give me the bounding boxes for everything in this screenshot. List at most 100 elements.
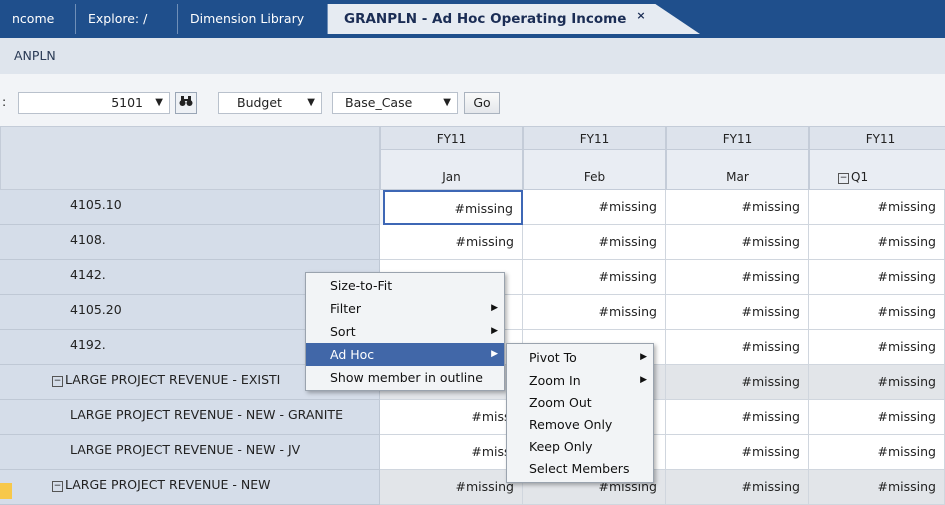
tab-label: Explore: / bbox=[88, 11, 148, 26]
grid-cell[interactable]: #missing bbox=[666, 435, 809, 470]
menu-item-label: Ad Hoc bbox=[330, 347, 375, 362]
chevron-down-icon: ▼ bbox=[443, 97, 451, 108]
grid-cell[interactable]: #missing bbox=[809, 260, 945, 295]
menu-item-label: Keep Only bbox=[529, 439, 593, 454]
column-year: FY11 bbox=[380, 126, 523, 150]
collapse-icon[interactable]: − bbox=[52, 376, 63, 387]
tab-dimension-library[interactable]: Dimension Library bbox=[178, 4, 328, 34]
binoculars-icon[interactable] bbox=[175, 92, 197, 114]
row-label-text: LARGE PROJECT REVENUE - NEW bbox=[65, 477, 271, 492]
go-button[interactable]: Go bbox=[464, 92, 500, 114]
row-label[interactable]: LARGE PROJECT REVENUE - NEW - JV bbox=[0, 435, 380, 470]
submenu-arrow-icon: ▶ bbox=[491, 303, 498, 313]
entity-select[interactable]: 5101 ▼ bbox=[18, 92, 170, 114]
grid-cell[interactable]: #missing bbox=[666, 225, 809, 260]
menu-item-select-members[interactable]: Select Members bbox=[507, 457, 653, 480]
grid-cell[interactable]: #missing bbox=[666, 295, 809, 330]
column-period-label: Q1 bbox=[851, 170, 869, 184]
grid-cell[interactable]: #missi bbox=[380, 400, 523, 435]
menu-item-label: Zoom In bbox=[529, 373, 581, 388]
table-row: 4105.10 #missing #missing #missing #miss… bbox=[0, 190, 945, 225]
menu-item-ad-hoc[interactable]: Ad Hoc ▶ bbox=[306, 343, 504, 366]
submenu-arrow-icon: ▶ bbox=[491, 326, 498, 336]
menu-item-size-to-fit[interactable]: Size-to-Fit bbox=[306, 274, 504, 297]
grid-cell[interactable]: #missing bbox=[380, 225, 523, 260]
adhoc-submenu: Pivot To ▶ Zoom In ▶ Zoom Out Remove Only … bbox=[506, 343, 654, 483]
tab-label: Dimension Library bbox=[190, 11, 305, 26]
column-year: FY11 bbox=[666, 126, 809, 150]
window-edge bbox=[0, 483, 12, 499]
grid-cell[interactable]: #missing bbox=[809, 435, 945, 470]
grid-cell[interactable]: #missing bbox=[809, 400, 945, 435]
row-label[interactable]: − LARGE PROJECT REVENUE - NEW bbox=[0, 470, 380, 505]
grid-cell[interactable]: #missing bbox=[380, 470, 523, 505]
menu-item-label: Remove Only bbox=[529, 417, 613, 432]
tab-label: GRANPLN - Ad Hoc Operating Income bbox=[344, 11, 627, 27]
menu-item-sort[interactable]: Sort ▶ bbox=[306, 320, 504, 343]
context-menu: Size-to-Fit Filter ▶ Sort ▶ Ad Hoc ▶ Show m… bbox=[305, 272, 505, 391]
grid-cell[interactable]: #missing bbox=[523, 295, 666, 330]
version-select[interactable]: Base_Case ▼ bbox=[332, 92, 458, 114]
column-period: Feb bbox=[523, 150, 666, 190]
tab-bar: ncome Explore: / Dimension Library GRANP… bbox=[0, 0, 945, 38]
menu-item-show-member-in-outline[interactable]: Show member in outline bbox=[306, 366, 504, 389]
tab-granpln-adhoc[interactable]: GRANPLN - Ad Hoc Operating Income × bbox=[328, 4, 700, 34]
tab-explore[interactable]: Explore: / bbox=[76, 4, 178, 34]
column-period: Mar bbox=[666, 150, 809, 190]
menu-item-pivot-to[interactable]: Pivot To ▶ bbox=[507, 346, 653, 369]
menu-item-zoom-in[interactable]: Zoom In ▶ bbox=[507, 369, 653, 392]
grid-cell[interactable]: #missing bbox=[666, 260, 809, 295]
grid-cell[interactable]: #missing bbox=[809, 295, 945, 330]
row-label-text: LARGE PROJECT REVENUE - EXISTI bbox=[65, 372, 281, 387]
grid-corner bbox=[0, 126, 380, 190]
menu-item-label: Show member in outline bbox=[330, 370, 483, 385]
grid-cell[interactable]: #missing bbox=[666, 470, 809, 505]
version-value: Base_Case bbox=[345, 95, 413, 110]
column-year: FY11 bbox=[523, 126, 666, 150]
grid-cell[interactable]: #missing bbox=[666, 330, 809, 365]
menu-item-label: Filter bbox=[330, 301, 361, 316]
column-header[interactable]: FY11 Jan bbox=[380, 126, 523, 190]
column-header[interactable]: FY11 Feb bbox=[523, 126, 666, 190]
menu-item-label: Size-to-Fit bbox=[330, 278, 393, 293]
tab-label: ncome bbox=[12, 11, 55, 26]
breadcrumb-bar: ANPLN bbox=[0, 38, 945, 75]
column-header[interactable]: FY11 Mar bbox=[666, 126, 809, 190]
table-row: − LARGE PROJECT REVENUE - NEW #missing #m… bbox=[0, 470, 945, 505]
grid-cell[interactable]: #missing bbox=[666, 400, 809, 435]
menu-item-keep-only[interactable]: Keep Only bbox=[507, 435, 653, 458]
grid-cell[interactable]: #missing bbox=[523, 225, 666, 260]
grid-cell[interactable]: #missi bbox=[380, 435, 523, 470]
menu-item-filter[interactable]: Filter ▶ bbox=[306, 297, 504, 320]
tab-income[interactable]: ncome bbox=[0, 4, 76, 34]
close-icon[interactable]: × bbox=[636, 4, 645, 31]
grid-cell[interactable]: #missing bbox=[809, 190, 945, 225]
grid-cell[interactable]: #missing bbox=[666, 190, 809, 225]
grid-cell[interactable]: #missing bbox=[523, 190, 666, 225]
grid-cell[interactable]: #missing bbox=[383, 190, 523, 225]
collapse-icon[interactable]: − bbox=[52, 481, 63, 492]
menu-item-remove-only[interactable]: Remove Only bbox=[507, 413, 653, 436]
pov-prefix: : bbox=[2, 94, 7, 109]
chevron-down-icon: ▼ bbox=[155, 97, 163, 108]
menu-item-label: Pivot To bbox=[529, 350, 577, 365]
grid-cell[interactable]: #missing bbox=[809, 330, 945, 365]
row-label[interactable]: LARGE PROJECT REVENUE - NEW - GRANITE bbox=[0, 400, 380, 435]
menu-item-zoom-out[interactable]: Zoom Out bbox=[507, 391, 653, 414]
column-header[interactable]: FY11 − Q1 bbox=[809, 126, 945, 190]
grid-cell[interactable]: #missing bbox=[809, 365, 945, 400]
column-period: Jan bbox=[380, 150, 523, 190]
scenario-value: Budget bbox=[237, 95, 282, 110]
row-label[interactable]: 4105.10 bbox=[0, 190, 380, 225]
grid-cell[interactable]: #missing bbox=[809, 470, 945, 505]
submenu-arrow-icon: ▶ bbox=[640, 352, 647, 362]
collapse-icon[interactable]: − bbox=[838, 173, 849, 184]
grid-cell[interactable]: #missing bbox=[666, 365, 809, 400]
column-period: − Q1 bbox=[809, 150, 945, 190]
row-label[interactable]: 4108. bbox=[0, 225, 380, 260]
column-year: FY11 bbox=[809, 126, 945, 150]
grid-cell[interactable]: #missing bbox=[523, 260, 666, 295]
grid-cell[interactable]: #missing bbox=[809, 225, 945, 260]
chevron-down-icon: ▼ bbox=[307, 97, 315, 108]
scenario-select[interactable]: Budget ▼ bbox=[218, 92, 322, 114]
